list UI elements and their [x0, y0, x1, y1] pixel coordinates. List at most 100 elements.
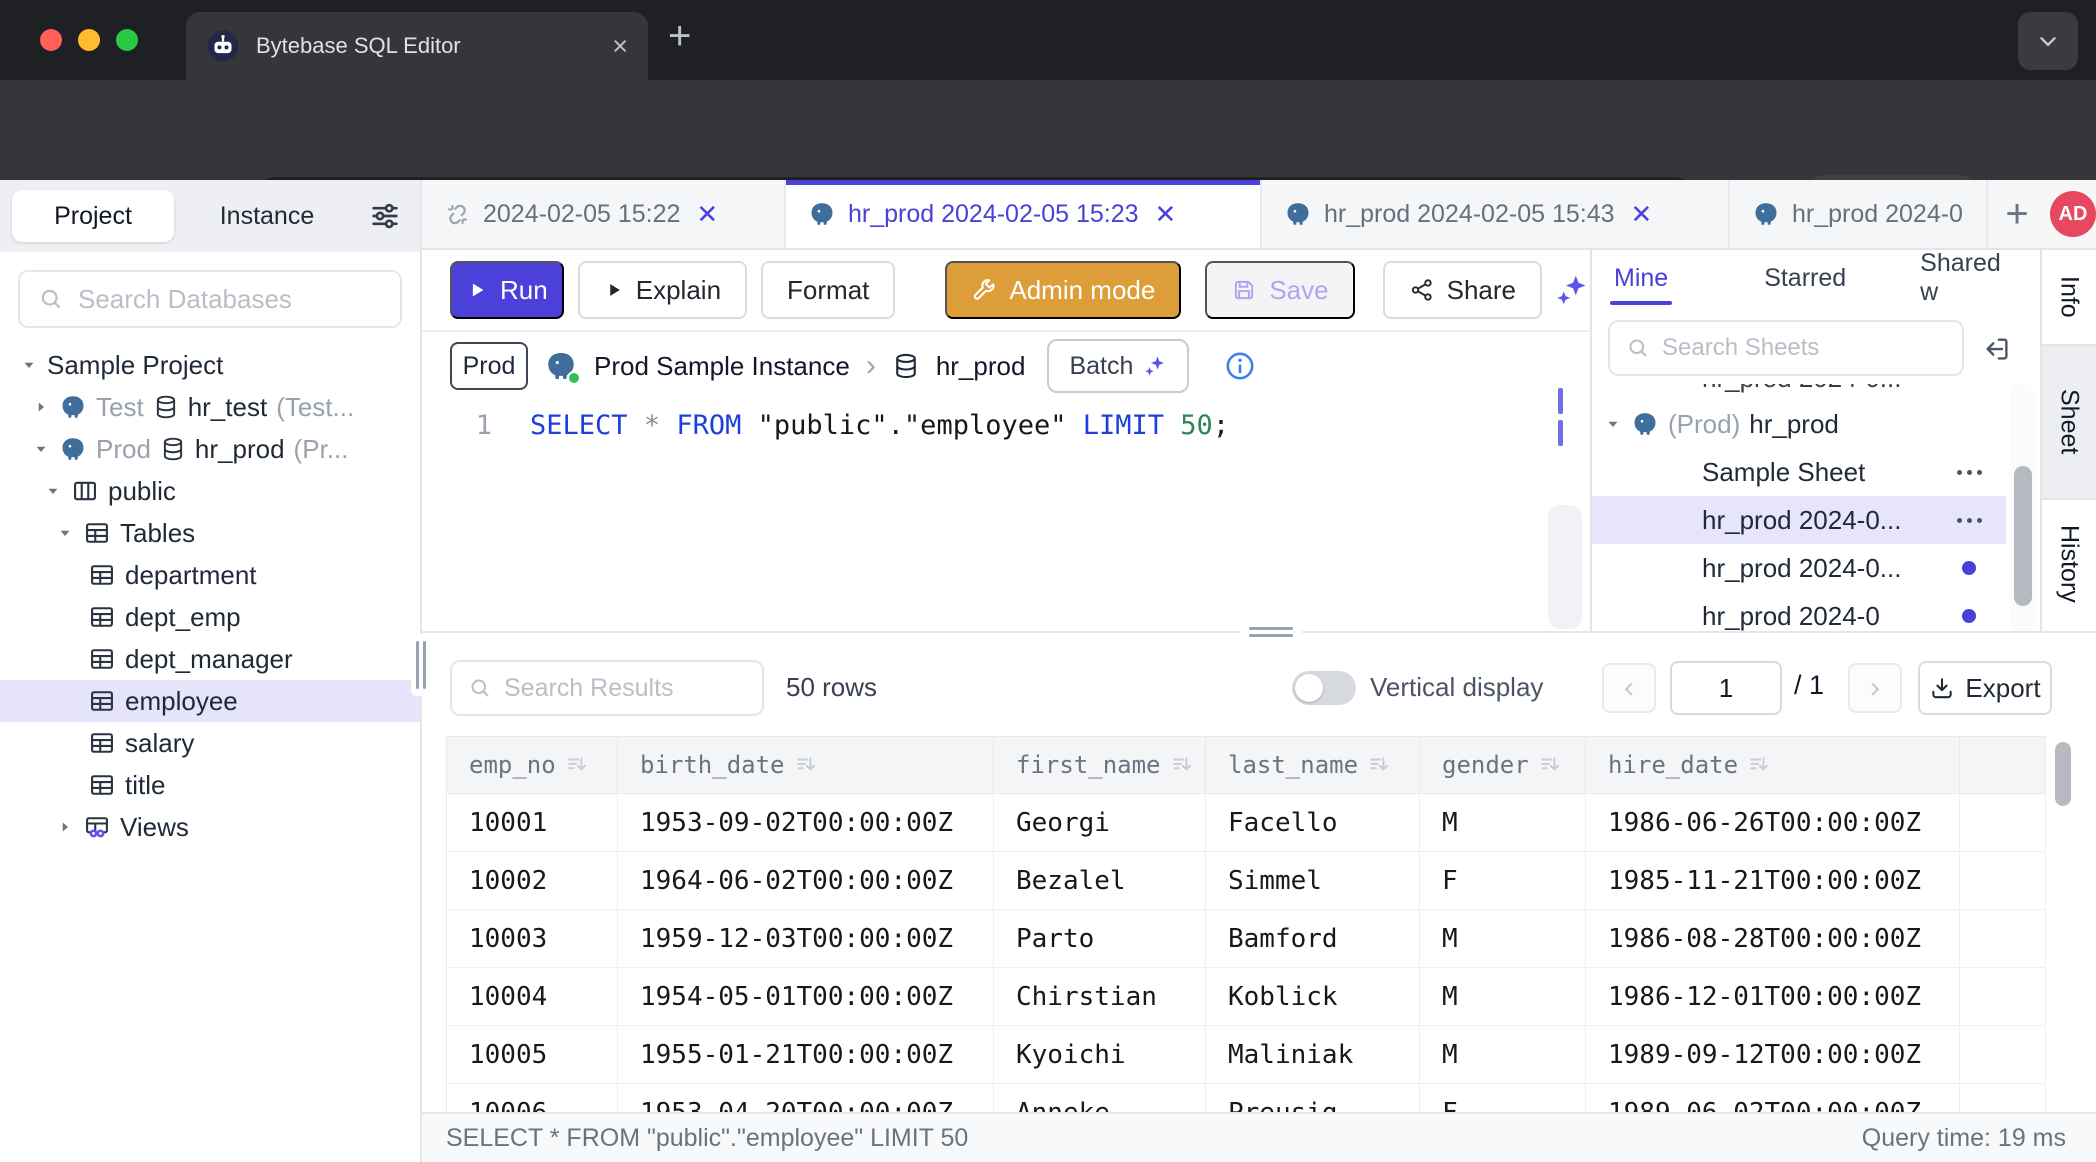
sheet-item-unsaved-1[interactable]: hr_prod 2024-0... — [1592, 544, 2006, 592]
sort-icon[interactable] — [795, 754, 817, 776]
worksheet-tab-3[interactable]: hr_prod 2024-02-05 15:43 ✕ — [1262, 180, 1730, 248]
cell[interactable]: 10001 — [446, 794, 618, 852]
tree-item-table-salary[interactable]: salary — [0, 722, 420, 764]
format-button[interactable]: Format — [761, 261, 895, 319]
admin-mode-button[interactable]: Admin mode — [945, 261, 1181, 319]
window-close-button[interactable] — [40, 29, 62, 51]
tab-mine[interactable]: Mine — [1614, 264, 1668, 295]
cell[interactable]: 10004 — [446, 968, 618, 1026]
sql-code-line[interactable]: SELECT * FROM "public"."employee" LIMIT … — [530, 410, 1229, 441]
chevron-right-icon[interactable] — [32, 398, 50, 416]
tree-item-table-dept-manager[interactable]: dept_manager — [0, 638, 420, 680]
cell[interactable]: 1985-11-21T00:00:00Z — [1586, 852, 1960, 910]
cell[interactable]: 1954-05-01T00:00:00Z — [618, 968, 994, 1026]
sheet-search[interactable] — [1608, 320, 1964, 376]
tab-project[interactable]: Project — [12, 190, 174, 242]
cell[interactable]: Kyoichi — [994, 1026, 1206, 1084]
new-worksheet-button[interactable]: + — [1988, 180, 2046, 248]
cell[interactable]: 10002 — [446, 852, 618, 910]
tab-shared-with-me[interactable]: Shared w — [1920, 249, 2020, 309]
chevron-down-icon[interactable] — [44, 482, 62, 500]
tree-item-tables-group[interactable]: Tables — [0, 512, 420, 554]
browser-tab-close-icon[interactable]: × — [612, 33, 628, 60]
sheet-item-unsaved-2[interactable]: hr_prod 2024-0 — [1592, 592, 2006, 632]
sheet-item-sample[interactable]: Sample Sheet — [1592, 448, 2006, 496]
close-tab-icon[interactable]: ✕ — [696, 199, 718, 230]
tree-item-table-employee-selected[interactable]: employee — [0, 680, 420, 722]
sql-editor[interactable]: 1 SELECT * FROM "public"."employee" LIMI… — [422, 400, 1590, 632]
table-row[interactable]: 100041954-05-01T00:00:00ZChirstianKoblic… — [446, 968, 2046, 1026]
database-name[interactable]: hr_prod — [936, 351, 1026, 382]
table-row[interactable]: 100021964-06-02T00:00:00ZBezalelSimmelF1… — [446, 852, 2046, 910]
cell[interactable]: F — [1420, 1084, 1586, 1112]
tab-search-button[interactable] — [2018, 12, 2078, 70]
tab-sheet-active[interactable]: Sheet — [2042, 346, 2096, 500]
sidebar-resize-handle[interactable] — [411, 634, 431, 696]
column-header[interactable]: last_name — [1206, 736, 1420, 794]
tree-item-test-database[interactable]: Test hr_test (Test... — [0, 386, 420, 428]
results-search-input[interactable] — [504, 674, 746, 703]
chevron-down-icon[interactable] — [56, 524, 74, 542]
table-row[interactable]: 100011953-09-02T00:00:00ZGeorgiFacelloM1… — [446, 794, 2046, 852]
cell[interactable]: Facello — [1206, 794, 1420, 852]
cell[interactable]: Koblick — [1206, 968, 1420, 1026]
tab-instance[interactable]: Instance — [174, 202, 360, 231]
cell[interactable]: 1955-01-21T00:00:00Z — [618, 1026, 994, 1084]
sort-icon[interactable] — [566, 754, 588, 776]
tab-info[interactable]: Info — [2042, 250, 2096, 346]
worksheet-tab-2-active[interactable]: hr_prod 2024-02-05 15:23 ✕ — [786, 180, 1262, 248]
export-button[interactable]: Export — [1918, 661, 2052, 715]
prev-page-button[interactable]: ‹ — [1602, 663, 1656, 713]
cell[interactable]: Georgi — [994, 794, 1206, 852]
table-row-partial[interactable]: 100061953-04-20T00:00:00ZAnnekePreusigF1… — [446, 1084, 2046, 1112]
cell[interactable]: Bamford — [1206, 910, 1420, 968]
cell[interactable]: M — [1420, 910, 1586, 968]
tree-item-table-department[interactable]: department — [0, 554, 420, 596]
database-search[interactable] — [18, 270, 402, 328]
tab-history[interactable]: History — [2042, 500, 2096, 628]
results-resize-handle[interactable] — [1240, 622, 1302, 642]
chevron-down-icon[interactable] — [20, 356, 38, 374]
cell[interactable]: 1959-12-03T00:00:00Z — [618, 910, 994, 968]
table-scroll-thumb[interactable] — [2055, 742, 2071, 806]
column-header[interactable]: birth_date — [618, 736, 994, 794]
sort-icon[interactable] — [1539, 754, 1561, 776]
sheet-group-hr-prod[interactable]: (Prod) hr_prod — [1592, 400, 2006, 448]
results-search[interactable] — [450, 660, 764, 716]
vertical-display-toggle[interactable] — [1292, 671, 1356, 705]
sort-icon[interactable] — [1171, 754, 1193, 776]
cell[interactable]: 10005 — [446, 1026, 618, 1084]
save-button[interactable]: Save — [1205, 261, 1354, 319]
window-minimize-button[interactable] — [78, 29, 100, 51]
batch-mode-button[interactable]: Batch — [1047, 339, 1189, 393]
table-row[interactable]: 100051955-01-21T00:00:00ZKyoichiMaliniak… — [446, 1026, 2046, 1084]
cell[interactable]: 10006 — [446, 1084, 618, 1112]
window-zoom-button[interactable] — [116, 29, 138, 51]
ai-sparkles-icon[interactable] — [1554, 272, 1590, 308]
new-browser-tab-button[interactable]: + — [668, 14, 691, 59]
cell[interactable]: M — [1420, 794, 1586, 852]
database-search-input[interactable] — [78, 284, 382, 315]
cell[interactable]: M — [1420, 1026, 1586, 1084]
close-tab-icon[interactable]: ✕ — [1155, 199, 1177, 230]
tree-item-table-dept-emp[interactable]: dept_emp — [0, 596, 420, 638]
explain-button[interactable]: Explain — [578, 261, 747, 319]
sort-icon[interactable] — [1748, 754, 1770, 776]
cell[interactable]: 10003 — [446, 910, 618, 968]
browser-tab[interactable]: Bytebase SQL Editor × — [186, 12, 648, 80]
tree-item-schema-public[interactable]: public — [0, 470, 420, 512]
run-button[interactable]: Run — [450, 261, 564, 319]
cell[interactable]: 1986-12-01T00:00:00Z — [1586, 968, 1960, 1026]
page-number-input[interactable] — [1670, 661, 1782, 715]
cell[interactable]: Maliniak — [1206, 1026, 1420, 1084]
chevron-down-icon[interactable] — [32, 440, 50, 458]
cell[interactable]: Preusig — [1206, 1084, 1420, 1112]
sort-icon[interactable] — [1368, 754, 1390, 776]
tree-item-table-title[interactable]: title — [0, 764, 420, 806]
cell[interactable]: 1953-04-20T00:00:00Z — [618, 1084, 994, 1112]
worksheet-tab-4[interactable]: hr_prod 2024-0 — [1730, 180, 1988, 248]
worksheet-tab-1[interactable]: 2024-02-05 15:22 ✕ — [422, 180, 786, 248]
editor-scrollbar[interactable] — [1548, 505, 1582, 629]
cell[interactable]: 1989-06-02T00:00:00Z — [1586, 1084, 1960, 1112]
chevron-right-icon[interactable] — [56, 818, 74, 836]
